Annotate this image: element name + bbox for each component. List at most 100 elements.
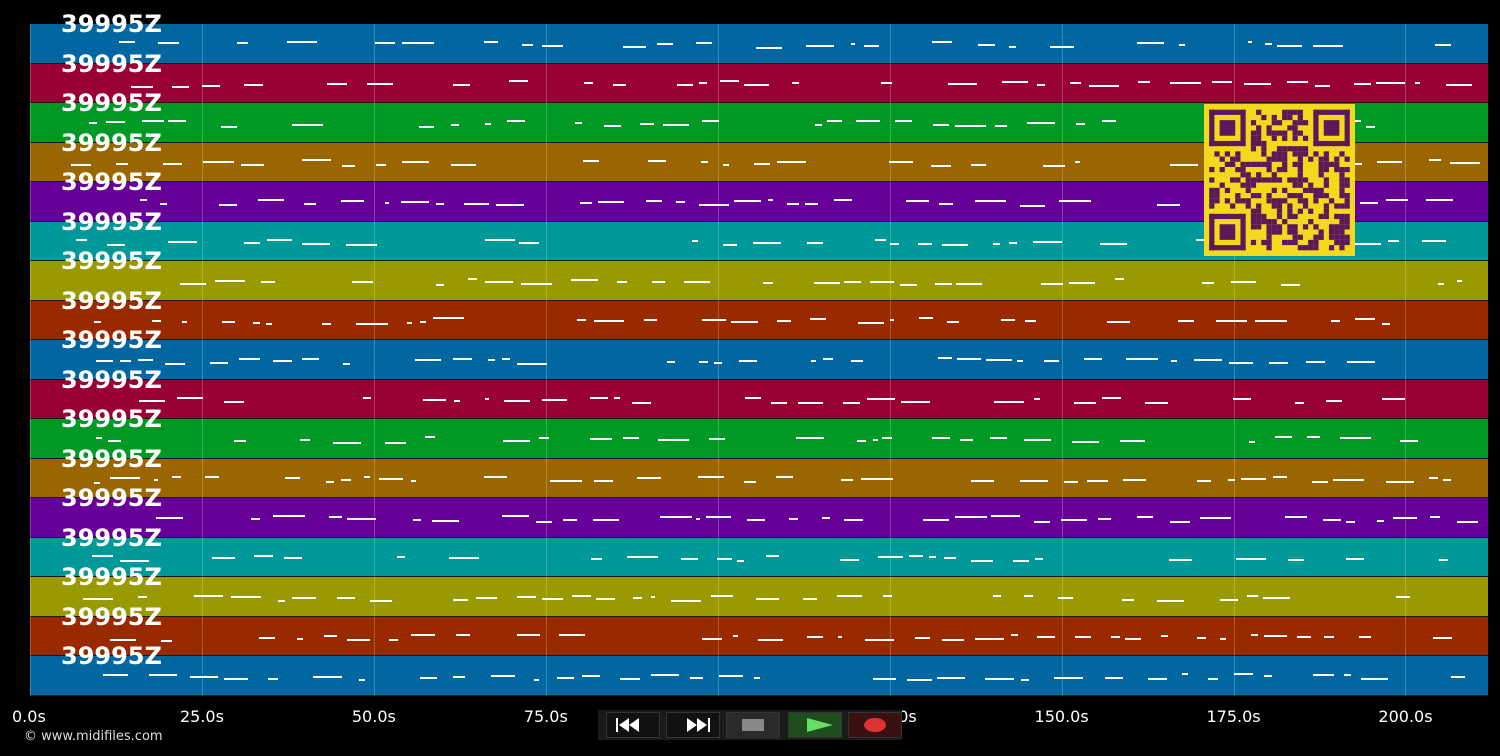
note bbox=[948, 82, 977, 85]
note bbox=[296, 637, 303, 640]
note bbox=[367, 82, 394, 85]
fast-forward-button[interactable] bbox=[666, 712, 720, 738]
note bbox=[1272, 475, 1287, 478]
note bbox=[301, 357, 320, 360]
note bbox=[1323, 518, 1342, 521]
track-lane[interactable] bbox=[30, 656, 1488, 696]
track-label: 39995Z bbox=[61, 89, 162, 118]
play-icon bbox=[807, 718, 833, 732]
note bbox=[384, 202, 390, 205]
note bbox=[119, 360, 132, 363]
note bbox=[1107, 321, 1130, 324]
note bbox=[934, 282, 952, 285]
note bbox=[205, 475, 220, 478]
note bbox=[840, 478, 853, 481]
note bbox=[873, 438, 878, 441]
track-lane[interactable] bbox=[30, 577, 1488, 617]
play-button[interactable] bbox=[788, 712, 842, 738]
note bbox=[571, 279, 599, 282]
note bbox=[1036, 83, 1045, 86]
note bbox=[626, 556, 658, 559]
track-lane[interactable] bbox=[30, 537, 1488, 578]
note bbox=[955, 516, 987, 519]
note bbox=[260, 280, 275, 283]
note bbox=[556, 677, 575, 680]
note bbox=[1196, 480, 1211, 483]
note bbox=[775, 476, 794, 479]
note bbox=[699, 360, 708, 363]
note bbox=[1249, 440, 1255, 443]
note bbox=[432, 317, 464, 320]
note bbox=[575, 121, 582, 124]
track-lane[interactable] bbox=[30, 616, 1488, 657]
note bbox=[1013, 560, 1029, 563]
note bbox=[535, 520, 552, 523]
note bbox=[899, 283, 917, 286]
track-lane[interactable] bbox=[30, 498, 1488, 538]
note bbox=[140, 199, 147, 202]
note bbox=[400, 200, 429, 203]
stop-button[interactable] bbox=[726, 712, 780, 738]
note bbox=[631, 401, 651, 404]
note bbox=[415, 358, 441, 361]
note bbox=[622, 46, 646, 49]
note bbox=[946, 320, 960, 323]
note bbox=[872, 678, 897, 681]
note bbox=[168, 119, 186, 122]
note bbox=[237, 41, 249, 44]
note bbox=[582, 160, 600, 163]
note bbox=[211, 557, 235, 560]
track-lane[interactable] bbox=[30, 379, 1488, 420]
note bbox=[1008, 241, 1017, 244]
note bbox=[253, 321, 261, 324]
grid-line bbox=[545, 24, 547, 696]
note bbox=[754, 163, 770, 166]
note bbox=[643, 319, 657, 322]
rewind-button[interactable] bbox=[606, 712, 660, 738]
note bbox=[593, 480, 613, 483]
note bbox=[692, 239, 698, 242]
note bbox=[1086, 480, 1109, 483]
track-lane[interactable] bbox=[30, 419, 1488, 459]
note bbox=[1376, 161, 1403, 164]
note bbox=[743, 480, 757, 483]
note bbox=[931, 436, 950, 439]
note bbox=[788, 517, 799, 520]
note bbox=[71, 163, 91, 166]
track-lane[interactable] bbox=[30, 261, 1488, 301]
note bbox=[954, 125, 986, 128]
track-lane[interactable] bbox=[30, 63, 1488, 104]
note bbox=[1377, 519, 1384, 522]
note bbox=[1179, 43, 1185, 46]
note bbox=[1353, 82, 1371, 85]
track-lane[interactable] bbox=[30, 24, 1488, 64]
note bbox=[826, 119, 843, 122]
note bbox=[413, 518, 421, 521]
note bbox=[301, 243, 330, 246]
note bbox=[648, 159, 666, 162]
note bbox=[1072, 440, 1099, 443]
note bbox=[1442, 478, 1451, 481]
note bbox=[1276, 45, 1302, 48]
note bbox=[1311, 481, 1328, 484]
note bbox=[1355, 318, 1375, 321]
note bbox=[214, 280, 245, 283]
note bbox=[1451, 676, 1465, 679]
note bbox=[633, 597, 642, 600]
track-lane[interactable] bbox=[30, 458, 1488, 499]
record-button[interactable] bbox=[848, 712, 902, 738]
track-lane[interactable] bbox=[30, 300, 1488, 341]
note bbox=[268, 677, 278, 680]
note bbox=[241, 164, 265, 167]
note bbox=[1425, 199, 1453, 202]
track-lane[interactable] bbox=[30, 340, 1488, 380]
track-label: 39995Z bbox=[61, 49, 162, 78]
note bbox=[1288, 559, 1304, 562]
note bbox=[153, 478, 158, 481]
note bbox=[1019, 480, 1049, 483]
note bbox=[822, 516, 831, 519]
note bbox=[956, 357, 982, 360]
note bbox=[1251, 633, 1258, 636]
note bbox=[138, 359, 153, 362]
note bbox=[563, 518, 577, 521]
